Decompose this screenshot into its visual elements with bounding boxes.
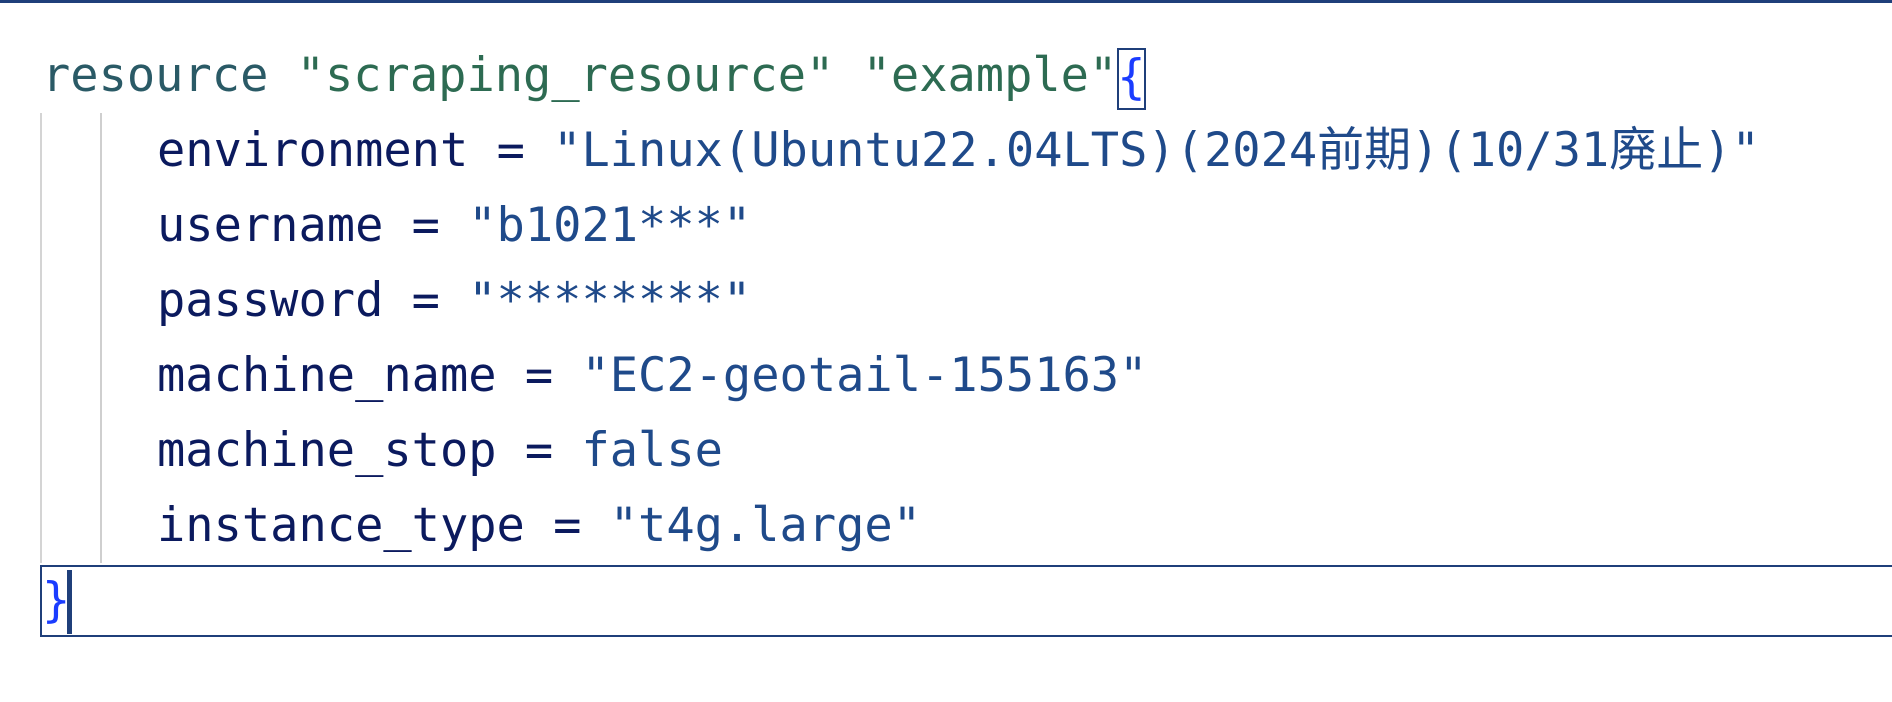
current-line-highlight [40, 565, 1892, 637]
machine-stop-value: false [581, 423, 723, 478]
block-guide [40, 113, 42, 563]
assign-operator: = [411, 198, 440, 253]
username-value: "b1021***" [468, 198, 752, 253]
resource-keyword: resource [42, 48, 269, 103]
resource-name: "example" [862, 48, 1118, 103]
assign-operator: = [553, 498, 582, 553]
indent-guide [100, 113, 102, 563]
open-brace: { [1117, 47, 1146, 110]
assign-operator: = [411, 273, 440, 328]
instance-type-value: "t4g.large" [609, 498, 922, 553]
password-key: password [157, 273, 384, 328]
username-key: username [157, 198, 384, 253]
resource-type: "scraping_resource" [296, 48, 835, 103]
text-cursor [67, 570, 72, 634]
password-value: "********" [468, 273, 752, 328]
code-editor[interactable]: resource "scraping_resource" "example"{ … [0, 0, 1892, 702]
machine-name-key: machine_name [157, 348, 497, 403]
assign-operator: = [496, 123, 525, 178]
instance-type-key: instance_type [157, 498, 525, 553]
environment-key: environment [157, 123, 469, 178]
machine-stop-key: machine_stop [157, 423, 497, 478]
machine-name-value: "EC2-geotail-155163" [581, 348, 1148, 403]
assign-operator: = [524, 348, 554, 403]
environment-value: "Linux(Ubuntu22.04LTS)(2024前期)(10/31廃止)" [553, 123, 1760, 178]
assign-operator: = [524, 423, 554, 478]
